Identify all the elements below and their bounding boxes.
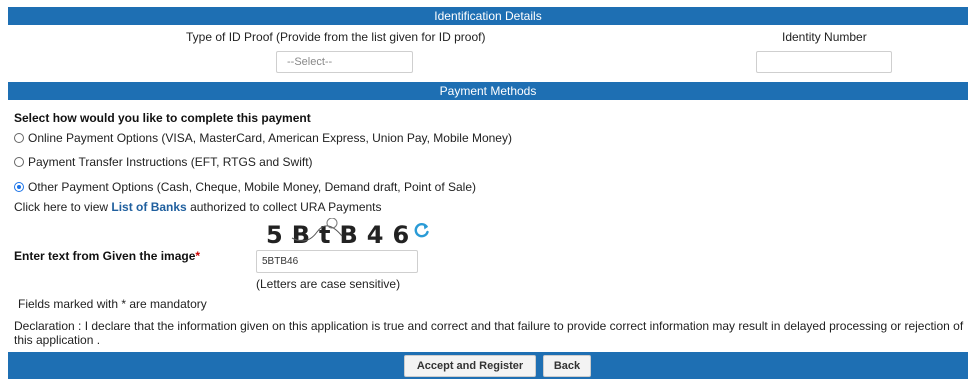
required-marker: * <box>195 249 201 263</box>
captcha-input-value: 5BTB46 <box>262 256 299 267</box>
declaration-text: Declaration : I declare that the informa… <box>14 319 964 347</box>
mandatory-note: Fields marked with * are mandatory <box>18 297 207 311</box>
banks-prefix: Click here to view <box>14 200 112 214</box>
payment-prompt: Select how would you like to complete th… <box>14 111 311 125</box>
captcha-input[interactable]: 5BTB46 <box>256 250 418 273</box>
captcha-label: Enter text from Given the image* <box>14 249 200 263</box>
banks-line: Click here to view List of Banks authori… <box>14 200 382 214</box>
radio-other[interactable] <box>14 182 24 192</box>
radio-online[interactable] <box>14 133 24 143</box>
payment-methods-header: Payment Methods <box>8 82 968 100</box>
identity-number-input[interactable] <box>756 51 892 73</box>
captcha-image: 5BtB46 <box>266 218 412 248</box>
payment-option-transfer-label: Payment Transfer Instructions (EFT, RTGS… <box>28 155 313 169</box>
payment-option-online-label: Online Payment Options (VISA, MasterCard… <box>28 131 512 145</box>
payment-option-other[interactable]: Other Payment Options (Cash, Cheque, Mob… <box>14 180 476 194</box>
id-type-selected-value: --Select-- <box>287 56 333 68</box>
radio-transfer[interactable] <box>14 157 24 167</box>
captcha-hint: (Letters are case sensitive) <box>256 277 401 291</box>
refresh-icon[interactable] <box>414 222 430 238</box>
accept-and-register-button[interactable]: Accept and Register <box>404 355 536 377</box>
id-type-label: Type of ID Proof (Provide from the list … <box>186 30 486 44</box>
identity-number-label: Identity Number <box>782 30 867 44</box>
banks-suffix: authorized to collect URA Payments <box>186 200 382 214</box>
back-button[interactable]: Back <box>543 355 591 377</box>
id-type-select[interactable]: --Select-- <box>276 51 413 73</box>
captcha-label-text: Enter text from Given the image <box>14 249 196 263</box>
payment-option-online[interactable]: Online Payment Options (VISA, MasterCard… <box>14 131 512 145</box>
footer-bar: Accept and Register Back <box>8 352 968 379</box>
payment-option-other-label: Other Payment Options (Cash, Cheque, Mob… <box>28 180 476 194</box>
list-of-banks-link[interactable]: List of Banks <box>111 200 186 214</box>
payment-option-transfer[interactable]: Payment Transfer Instructions (EFT, RTGS… <box>14 155 313 169</box>
identification-header: Identification Details <box>8 7 968 25</box>
captcha-text: 5BtB46 <box>266 221 412 248</box>
